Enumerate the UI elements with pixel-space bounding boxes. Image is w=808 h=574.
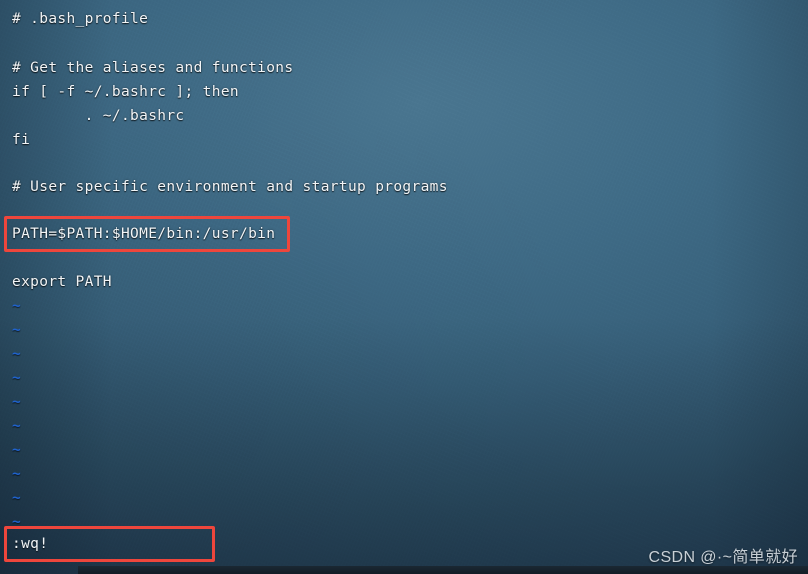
empty-line-tilde: ~ [12,442,21,458]
buffer-line: export PATH [12,274,112,290]
empty-line-tilde: ~ [12,394,21,410]
buffer-line: # Get the aliases and functions [12,60,294,76]
vim-command-line[interactable]: :wq! [12,532,48,556]
buffer-line: if [ -f ~/.bashrc ]; then [12,84,239,100]
empty-line-tilde: ~ [12,346,21,362]
desktop-taskbar [78,566,808,574]
empty-line-tilde: ~ [12,322,21,338]
empty-line-tilde: ~ [12,514,21,530]
terminal-screen: # .bash_profile # Get the aliases and fu… [0,0,808,574]
empty-line-tilde: ~ [12,490,21,506]
buffer-line: . ~/.bashrc [12,108,185,124]
buffer-line: # .bash_profile [12,11,149,27]
buffer-line: fi [12,132,31,148]
empty-line-tilde: ~ [12,466,21,482]
empty-line-tilde: ~ [12,418,21,434]
empty-line-tilde: ~ [12,298,21,314]
buffer-line-path: PATH=$PATH:$HOME/bin:/usr/bin [12,226,276,242]
empty-line-tilde: ~ [12,370,21,386]
buffer-line: # User specific environment and startup … [12,179,448,195]
csdn-watermark: CSDN @·~简单就好 [648,549,798,566]
